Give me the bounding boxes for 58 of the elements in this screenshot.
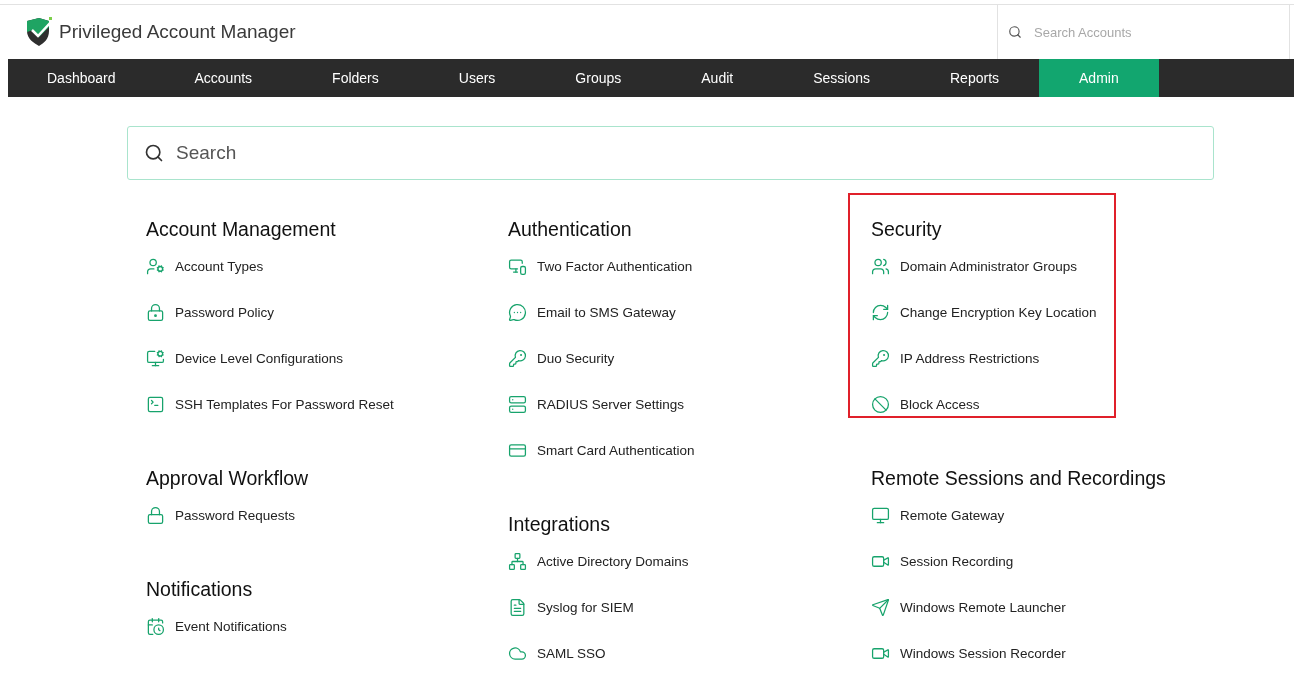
- admin-link[interactable]: Password Policy: [146, 301, 508, 323]
- nav-tab[interactable]: Audit: [661, 59, 774, 97]
- app-title: Privileged Account Manager: [59, 21, 296, 43]
- admin-link[interactable]: Change Encryption Key Location: [871, 301, 1221, 323]
- section-heading: Integrations: [508, 512, 611, 537]
- admin-link[interactable]: Windows Session Recorder: [871, 642, 1221, 664]
- nav-tab[interactable]: Accounts: [154, 59, 293, 97]
- section-heading: Notifications: [146, 577, 254, 602]
- monitor-gear-icon: [146, 348, 165, 368]
- admin-link[interactable]: SAML SSO: [508, 642, 871, 664]
- admin-link[interactable]: SSH Templates For Password Reset: [146, 393, 508, 415]
- admin-link[interactable]: IP Address Restrictions: [871, 347, 1221, 369]
- document-icon: [508, 597, 527, 617]
- section-heading: Security: [871, 217, 943, 242]
- key-icon: [508, 348, 527, 368]
- admin-link[interactable]: Account Types: [146, 255, 508, 277]
- lock-icon: [146, 302, 165, 322]
- admin-link[interactable]: RADIUS Server Settings: [508, 393, 871, 415]
- network-icon: [508, 551, 527, 571]
- admin-link[interactable]: Active Directory Domains: [508, 550, 871, 572]
- admin-link[interactable]: Duo Security: [508, 347, 871, 369]
- nav-tab[interactable]: Groups: [535, 59, 662, 97]
- admin-link[interactable]: Smart Card Authentication: [508, 439, 871, 461]
- refresh-icon: [871, 302, 890, 322]
- lock-icon: [146, 505, 165, 525]
- admin-link[interactable]: Email to SMS Gateway: [508, 301, 871, 323]
- key-icon: [871, 348, 890, 368]
- admin-link[interactable]: Session Recording: [871, 550, 1221, 572]
- calendar-icon: [146, 616, 165, 636]
- nav-tab[interactable]: Reports: [910, 59, 1040, 97]
- admin-link[interactable]: Domain Administrator Groups: [871, 255, 1221, 277]
- admin-link[interactable]: Device Level Configurations: [146, 347, 508, 369]
- ban-icon: [871, 394, 890, 414]
- section-heading: Authentication: [508, 217, 633, 242]
- nav-tab[interactable]: Users: [418, 59, 536, 97]
- chat-bubble-icon: [508, 302, 527, 322]
- server-icon: [508, 394, 527, 414]
- admin-link[interactable]: Password Requests: [146, 504, 508, 526]
- monitor-icon: [871, 505, 890, 525]
- admin-link[interactable]: Event Notifications: [146, 615, 508, 637]
- admin-link[interactable]: Syslog for SIEM: [508, 596, 871, 618]
- section-heading: Remote Sessions and Recordings: [871, 466, 1167, 491]
- admin-link[interactable]: Block Access: [871, 393, 1221, 415]
- admin-link[interactable]: Windows Remote Launcher: [871, 596, 1221, 618]
- nav-tab[interactable]: Folders: [292, 59, 419, 97]
- admin-link[interactable]: Remote Gateway: [871, 504, 1221, 526]
- section-heading: Account Management: [146, 217, 337, 242]
- nav-tab[interactable]: Sessions: [773, 59, 910, 97]
- admin-link[interactable]: Two Factor Authentication: [508, 255, 871, 277]
- search-icon: [144, 143, 164, 163]
- section-heading: Approval Workflow: [146, 466, 310, 491]
- terminal-icon: [146, 394, 165, 414]
- search-icon: [1008, 25, 1022, 39]
- paper-plane-icon: [871, 597, 890, 617]
- user-gear-icon: [146, 256, 165, 276]
- nav-tab[interactable]: Dashboard: [8, 59, 155, 97]
- shield-logo-icon: [25, 17, 53, 47]
- users-icon: [871, 256, 890, 276]
